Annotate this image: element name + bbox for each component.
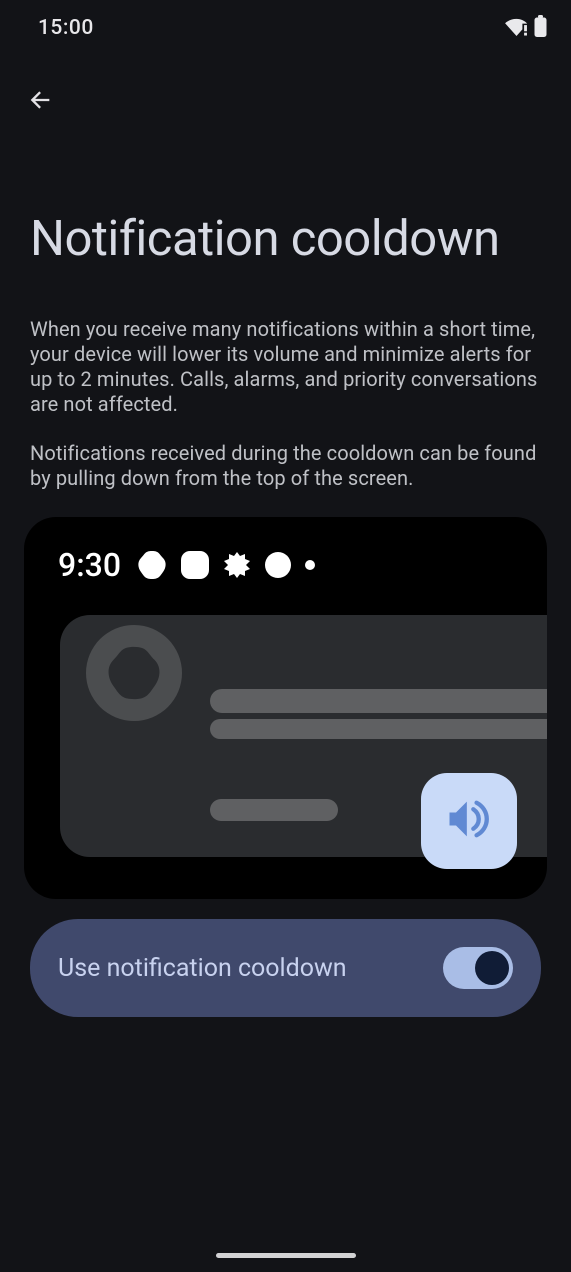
page-title: Notification cooldown xyxy=(0,210,571,267)
illustration-text-line xyxy=(210,689,547,713)
app-bar xyxy=(0,74,571,130)
illustration-text-line xyxy=(210,799,338,821)
page-description: When you receive many notifications with… xyxy=(0,317,571,491)
switch-thumb xyxy=(475,951,509,985)
blob-icon xyxy=(137,550,167,580)
illustration-text-line xyxy=(210,719,547,739)
illustration-card: 9:30 xyxy=(24,517,547,899)
burst-icon xyxy=(223,551,251,579)
use-cooldown-toggle-row[interactable]: Use notification cooldown xyxy=(30,919,541,1017)
illustration-avatar xyxy=(86,625,182,721)
battery-icon xyxy=(534,15,547,41)
status-time: 15:00 xyxy=(38,16,94,40)
volume-icon xyxy=(443,793,495,849)
circle-icon xyxy=(265,552,291,578)
toggle-label: Use notification cooldown xyxy=(58,954,347,983)
illustration-time: 9:30 xyxy=(58,546,121,584)
status-icons xyxy=(505,15,547,41)
status-bar: 15:00 xyxy=(0,0,571,56)
description-paragraph-2: Notifications received during the cooldo… xyxy=(30,441,541,491)
volume-bubble xyxy=(421,773,517,869)
wifi-alert-icon xyxy=(505,17,528,40)
arrow-left-icon xyxy=(26,86,54,118)
illustration-status-bar: 9:30 xyxy=(24,539,547,591)
back-button[interactable] xyxy=(18,80,62,124)
description-paragraph-1: When you receive many notifications with… xyxy=(30,317,541,417)
use-cooldown-switch[interactable] xyxy=(443,947,513,989)
home-indicator[interactable] xyxy=(216,1253,356,1258)
dot-icon xyxy=(305,560,315,570)
squircle-icon xyxy=(181,551,209,579)
